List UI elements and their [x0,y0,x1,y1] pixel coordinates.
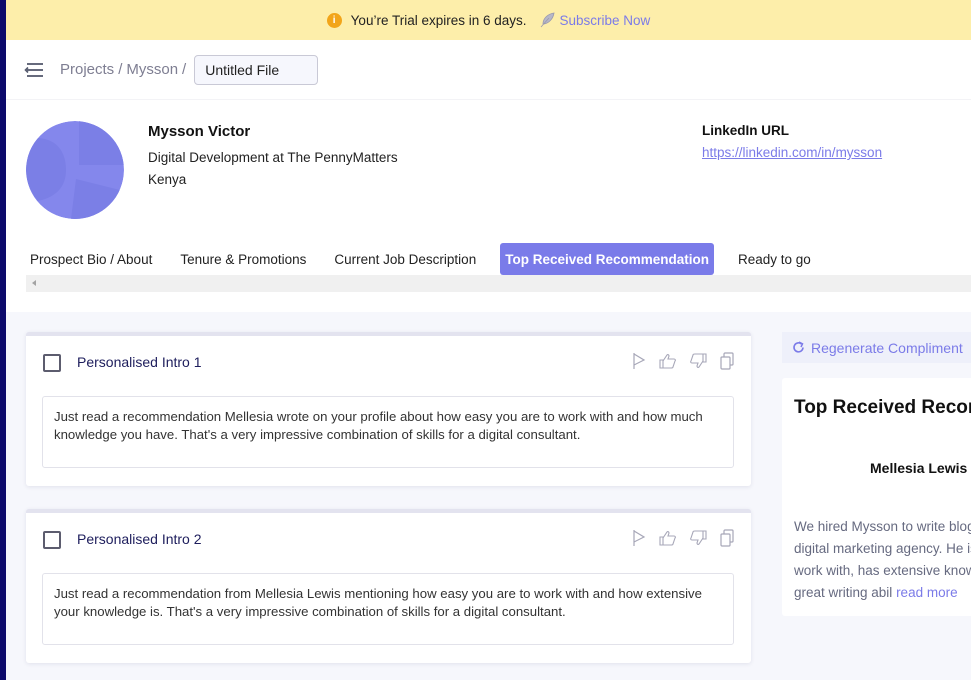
copy-icon[interactable] [719,352,735,370]
tab-ready-to-go[interactable]: Ready to go [734,243,815,275]
refresh-icon [792,341,805,354]
linkedin-url-link[interactable]: https://linkedin.com/in/mysson [702,145,882,160]
thumbs-down-icon[interactable] [689,530,707,546]
copy-icon[interactable] [719,529,735,547]
breadcrumb-separator: / [182,61,187,78]
intro-text[interactable]: Just read a recommendation Mellesia wrot… [42,396,734,468]
intro-title: Personalised Intro 1 [77,354,202,370]
subscribe-now-link[interactable]: Subscribe Now [560,13,651,28]
content-area: Personalised Intro 1 Just read a recomme… [6,312,971,680]
thumbs-up-icon[interactable] [659,530,677,546]
tab-tenure-promotions[interactable]: Tenure & Promotions [176,243,310,275]
intro-card: Personalised Intro 2 Just read a recomme… [26,509,751,663]
info-circle-icon: i [326,12,342,28]
prospect-name: Mysson Victor [148,123,251,140]
intro-actions [631,352,735,370]
regenerate-compliment-label: Regenerate Compliment [811,339,963,356]
recommendation-title: Top Received Recommendation [794,397,971,418]
flag-icon[interactable] [631,529,647,547]
intro-text[interactable]: Just read a recommendation from Mellesia… [42,573,734,645]
breadcrumb-separator: / [118,61,123,78]
recommendation-excerpt: We hired Mysson to write blogs for our d… [794,516,971,604]
breadcrumb-mysson[interactable]: Mysson [126,61,178,78]
section-tabs: Prospect Bio / About Tenure & Promotions… [26,243,835,275]
file-name-input[interactable] [194,54,319,85]
prospect-profile: Mysson Victor Digital Development at The… [6,101,971,241]
thumbs-down-icon[interactable] [689,353,707,369]
thumbs-up-icon[interactable] [659,353,677,369]
prospect-title: Digital Development at The PennyMatters [148,150,398,165]
intro-checkbox[interactable] [43,354,61,372]
intro-title: Personalised Intro 2 [77,531,202,547]
tab-top-received-recommendation[interactable]: Top Received Recommendation [500,243,714,275]
top-bar: Projects / Mysson / [6,40,971,100]
avatar [26,121,124,219]
trial-banner: i You’re Trial expires in 6 days. Subscr… [6,0,971,40]
prospect-location: Kenya [148,172,187,187]
tabs-horizontal-scrollbar[interactable] [26,275,971,292]
feather-icon [539,12,555,28]
tab-current-job-description[interactable]: Current Job Description [330,243,480,275]
recommendation-card: Top Received Recommendation Mellesia Lew… [782,378,971,616]
intro-card: Personalised Intro 1 Just read a recomme… [26,332,751,486]
trial-message: You’re Trial expires in 6 days. [350,12,527,28]
recommendation-author: Mellesia Lewis [870,460,968,476]
collapse-menu-icon[interactable] [24,60,46,80]
read-more-link[interactable]: read more [896,585,958,600]
scroll-left-arrow-icon[interactable] [32,280,36,286]
tab-prospect-bio[interactable]: Prospect Bio / About [26,243,156,275]
flag-icon[interactable] [631,352,647,370]
intro-checkbox[interactable] [43,531,61,549]
regenerate-compliment-button[interactable]: Regenerate Compliment [782,332,971,363]
intro-actions [631,529,735,547]
breadcrumb-projects[interactable]: Projects [60,61,114,78]
linkedin-label: LinkedIn URL [702,123,789,138]
